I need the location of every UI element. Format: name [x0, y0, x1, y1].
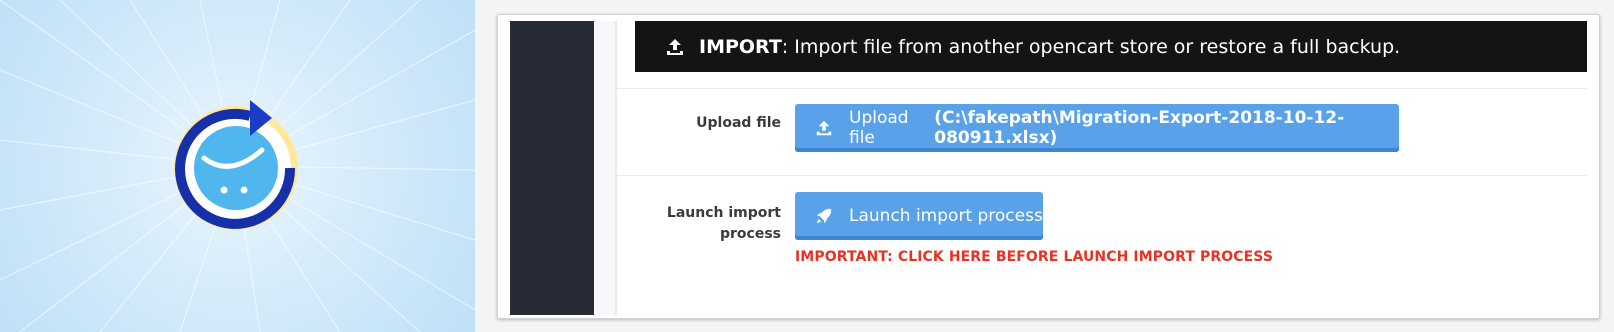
- import-description: : Import file from another opencart stor…: [781, 35, 1401, 58]
- import-header: IMPORT : Import file from another openca…: [635, 21, 1587, 72]
- import-panel: IMPORT : Import file from another openca…: [617, 21, 1587, 315]
- opencart-refresh-icon: [174, 100, 298, 230]
- launch-import-button[interactable]: Launch import process: [795, 192, 1043, 240]
- hero-illustration: [0, 0, 475, 332]
- launch-button-label: Launch import process: [849, 206, 1043, 226]
- admin-sidebar: [510, 21, 594, 315]
- upload-file-label: Upload file: [696, 115, 781, 131]
- content-gutter: [594, 21, 617, 315]
- upload-icon: [815, 119, 833, 137]
- divider: [617, 175, 1587, 176]
- launch-label-line2: process: [719, 226, 781, 242]
- upload-filename: (C:\fakepath\Migration-Export-2018-10-12…: [934, 108, 1345, 148]
- rocket-icon: [815, 207, 833, 225]
- launch-label-line1: Launch import: [666, 205, 781, 221]
- launch-import-label: Launch import process: [617, 203, 781, 245]
- divider: [617, 88, 1587, 89]
- import-title: IMPORT: [699, 35, 782, 58]
- upload-button-label: Upload file: [849, 108, 909, 148]
- import-warning-link[interactable]: IMPORTANT: CLICK HERE BEFORE LAUNCH IMPO…: [795, 249, 1273, 265]
- hero-panel: [0, 0, 475, 332]
- upload-icon: [665, 37, 685, 57]
- admin-screenshot: IMPORT : Import file from another openca…: [497, 14, 1600, 319]
- upload-file-button[interactable]: Upload file (C:\fakepath\Migration-Expor…: [795, 104, 1399, 152]
